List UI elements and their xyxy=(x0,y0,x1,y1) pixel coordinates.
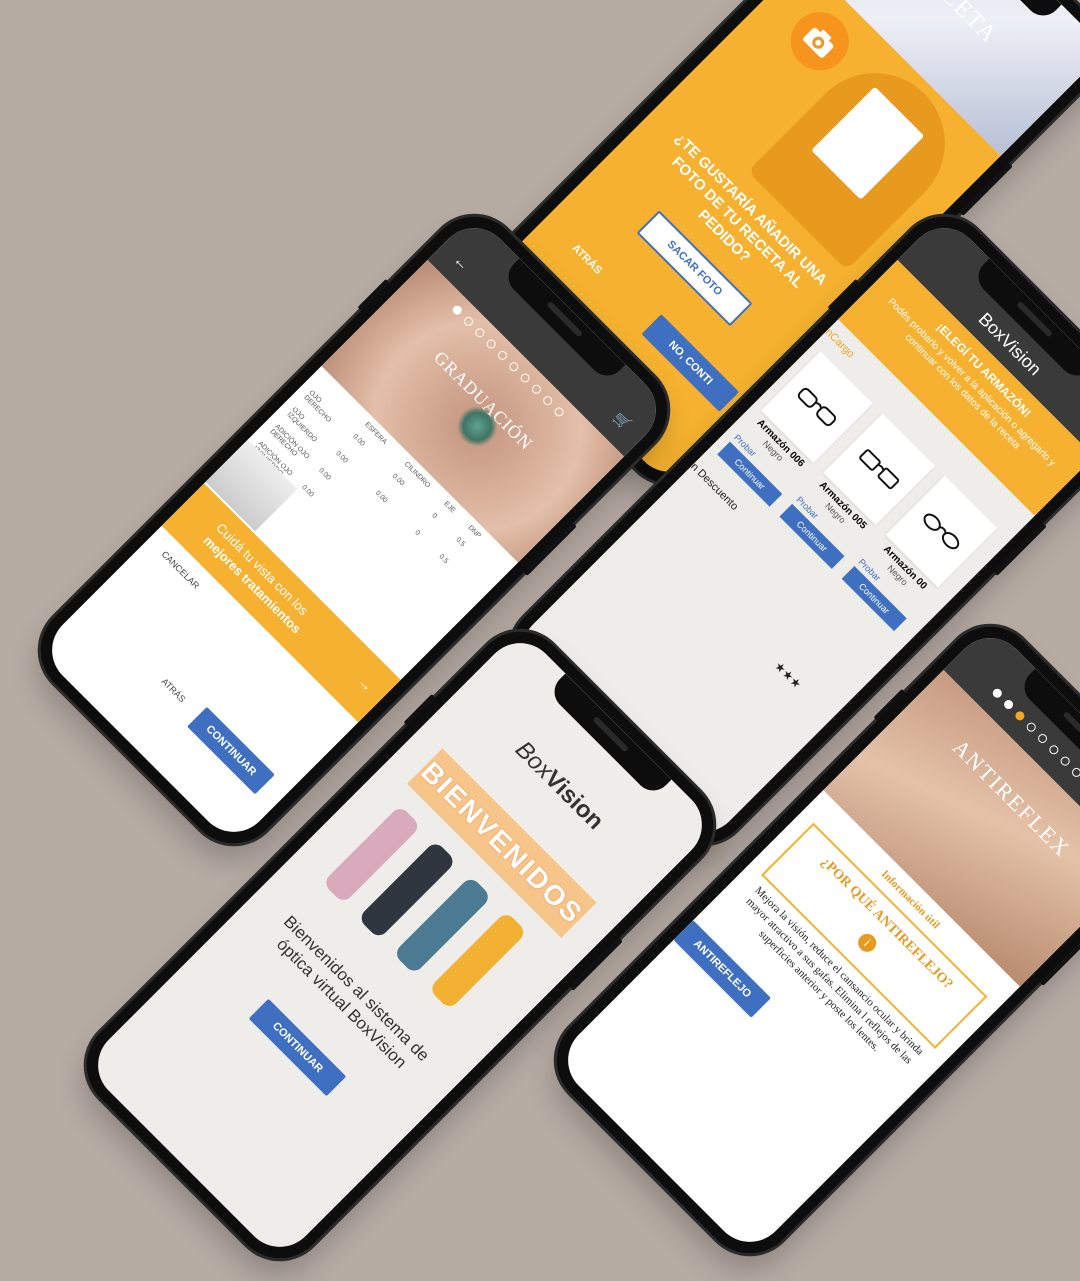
dnp-value[interactable]: 0.5 xyxy=(432,553,457,578)
glasses-icon xyxy=(797,387,837,427)
cart-icon[interactable]: 🛒 xyxy=(610,409,634,433)
rating-stars: ★★★ xyxy=(771,658,805,692)
arrow-right-icon: → xyxy=(353,672,377,697)
glasses-icon xyxy=(859,449,900,490)
logo-vision: Vision xyxy=(539,765,609,836)
camera-icon[interactable] xyxy=(778,0,861,83)
eje-value[interactable]: 0 xyxy=(408,529,433,554)
graduacion-continue-button[interactable]: CONTINUAR xyxy=(187,706,275,795)
back-arrow-icon[interactable]: ← xyxy=(449,251,472,275)
info-icon[interactable]: i xyxy=(854,930,880,956)
dnp-value[interactable]: 0.5 xyxy=(449,536,474,561)
eje-value[interactable]: 0 xyxy=(425,512,450,537)
glasses-icon xyxy=(923,513,960,550)
receta-back-link[interactable]: ATRÁS xyxy=(569,242,604,277)
graduacion-back-link[interactable]: ATRÁS xyxy=(160,676,188,704)
bienvenidos-continue-button[interactable]: CONTINUAR xyxy=(248,998,347,1097)
